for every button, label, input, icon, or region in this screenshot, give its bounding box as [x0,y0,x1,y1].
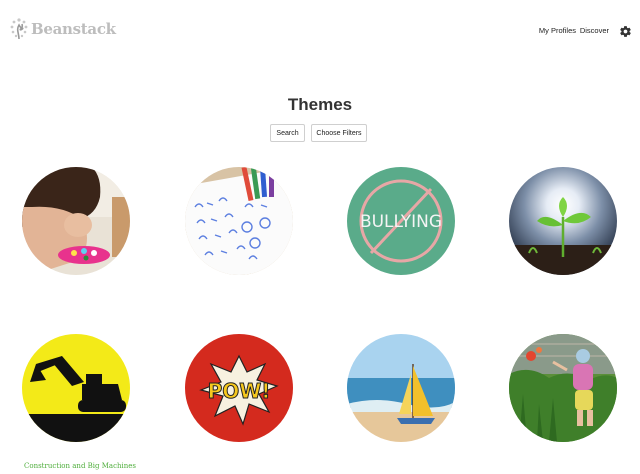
nav-discover[interactable]: Discover [580,26,609,35]
sailboat-beach-image [347,334,455,442]
theme-tile-seedling[interactable] [509,167,617,275]
gear-icon[interactable] [619,25,632,38]
nav-my-profiles[interactable]: My Profiles [539,26,576,35]
seedling-image [509,167,617,275]
theme-tile-math-worksheet[interactable] [185,167,293,275]
child-playing-image [22,167,130,275]
math-worksheet-image [185,167,293,275]
excavator-image [22,334,130,442]
logo-text: Beanstack [31,20,116,38]
pow-comic-image: POW! [185,334,293,442]
theme-caption-construction[interactable]: Construction and Big Machines [24,462,136,470]
bullying-chalk-text: BULLYING [360,212,442,232]
theme-tile-child-playing[interactable] [22,167,130,275]
theme-tile-garden[interactable] [509,334,617,442]
theme-tile-construction[interactable] [22,334,130,442]
pow-burst-text: POW! [208,379,271,403]
search-button[interactable]: Search [270,124,305,142]
choose-filters-button[interactable]: Choose Filters [311,124,367,142]
bullying-chalkboard-image: BULLYING [347,167,455,275]
theme-tile-sailboat[interactable] [347,334,455,442]
beanstack-logo[interactable]: Beanstack [9,17,116,41]
toddler-garden-image [509,334,617,442]
theme-tile-pow[interactable]: POW! [185,334,293,442]
top-header: Beanstack My Profiles Discover [0,0,640,60]
beanstalk-logo-icon [10,18,28,40]
page-title: Themes [287,95,353,114]
theme-tile-bullying[interactable]: BULLYING [347,167,455,275]
